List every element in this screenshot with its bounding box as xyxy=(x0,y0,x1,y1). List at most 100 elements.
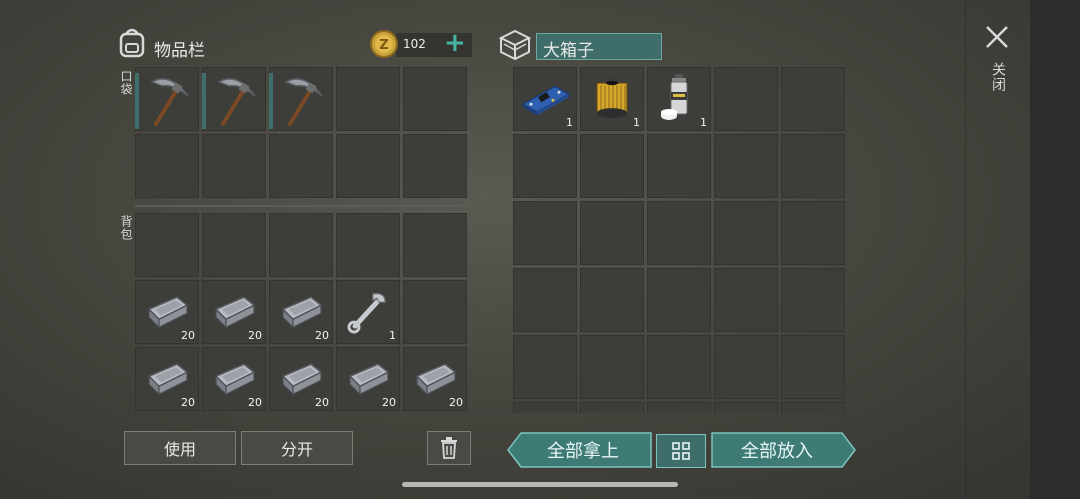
chest-slot[interactable] xyxy=(714,402,778,413)
chest-slot[interactable] xyxy=(714,268,778,332)
chest-slot[interactable] xyxy=(714,201,778,265)
chest-icon xyxy=(497,28,533,64)
delete-button[interactable] xyxy=(427,431,471,465)
split-button[interactable]: 分开 xyxy=(241,431,353,465)
pocket-slot[interactable] xyxy=(135,134,199,198)
chest-slot[interactable] xyxy=(647,402,711,413)
close-button[interactable] xyxy=(984,24,1010,54)
pocket-label: 口袋 xyxy=(119,70,133,96)
close-label[interactable]: 关闭 xyxy=(988,62,1008,92)
backpack-slot[interactable] xyxy=(403,213,467,277)
use-button[interactable]: 使用 xyxy=(124,431,236,465)
chest-slot[interactable] xyxy=(513,134,577,198)
grid-icon xyxy=(672,442,690,460)
item-quantity: 1 xyxy=(389,329,396,342)
pocket-slot[interactable] xyxy=(269,67,333,131)
chest-slot[interactable] xyxy=(513,402,577,413)
backpack-icon xyxy=(118,26,146,62)
take-all-label: 全部拿上 xyxy=(547,441,619,462)
item-quantity: 20 xyxy=(382,396,396,409)
pocket-grid xyxy=(135,67,467,198)
item-quantity: 20 xyxy=(181,396,195,409)
durability-bar xyxy=(135,73,139,129)
backpack-label: 背包 xyxy=(119,215,133,241)
item-quantity: 20 xyxy=(248,396,262,409)
backpack-slot[interactable]: 20 xyxy=(269,280,333,344)
chest-slot[interactable]: 1 xyxy=(580,67,644,131)
put-all-button[interactable]: 全部放入 xyxy=(711,432,856,472)
chest-grid: 1 1 1 xyxy=(513,67,845,413)
right-shade-panel xyxy=(1030,0,1080,499)
sort-button[interactable] xyxy=(656,434,706,468)
chest-slot[interactable] xyxy=(580,402,644,413)
pocket-slot[interactable] xyxy=(202,134,266,198)
inventory-title: 物品栏 xyxy=(154,41,205,61)
backpack-slot[interactable]: 1 xyxy=(336,280,400,344)
chest-slot[interactable] xyxy=(714,67,778,131)
chest-slot[interactable] xyxy=(580,134,644,198)
chest-slot[interactable]: 1 xyxy=(513,67,577,131)
chest-title: 大箱子 xyxy=(543,41,594,61)
backpack-slot[interactable]: 20 xyxy=(269,347,333,411)
item-quantity: 20 xyxy=(315,396,329,409)
home-indicator xyxy=(402,482,678,487)
chest-slot[interactable] xyxy=(781,67,845,131)
backpack-slot[interactable] xyxy=(135,213,199,277)
chest-slot[interactable] xyxy=(580,201,644,265)
divider xyxy=(965,0,966,499)
backpack-slot[interactable] xyxy=(269,213,333,277)
take-all-button[interactable]: 全部拿上 xyxy=(507,432,652,472)
pocket-slot[interactable] xyxy=(403,134,467,198)
chest-slot[interactable] xyxy=(781,402,845,413)
backpack-slot[interactable]: 20 xyxy=(403,347,467,411)
chest-slot[interactable] xyxy=(580,268,644,332)
section-divider xyxy=(135,205,470,207)
chest-slot[interactable] xyxy=(513,268,577,332)
chest-slot[interactable] xyxy=(781,201,845,265)
durability-bar xyxy=(269,73,273,129)
item-quantity: 20 xyxy=(315,329,329,342)
chest-slot[interactable] xyxy=(513,335,577,399)
item-quantity: 20 xyxy=(449,396,463,409)
chest-slot[interactable] xyxy=(647,134,711,198)
put-all-label: 全部放入 xyxy=(741,441,813,462)
item-quantity: 20 xyxy=(181,329,195,342)
close-icon xyxy=(986,26,1008,48)
coin-count: 102 xyxy=(403,37,426,51)
backpack-slot[interactable]: 20 xyxy=(202,347,266,411)
item-quantity: 20 xyxy=(248,329,262,342)
pocket-slot[interactable] xyxy=(135,67,199,131)
pocket-slot[interactable] xyxy=(269,134,333,198)
chest-slot[interactable] xyxy=(513,201,577,265)
backpack-slot[interactable] xyxy=(403,280,467,344)
chest-slot[interactable] xyxy=(580,335,644,399)
pocket-slot[interactable] xyxy=(202,67,266,131)
chest-slot[interactable] xyxy=(781,134,845,198)
chest-slot[interactable] xyxy=(647,201,711,265)
backpack-slot[interactable]: 20 xyxy=(135,280,199,344)
chest-slot[interactable] xyxy=(647,335,711,399)
chest-slot[interactable] xyxy=(647,268,711,332)
item-quantity: 1 xyxy=(633,116,640,129)
chest-slot[interactable] xyxy=(781,268,845,332)
coin-icon: Z xyxy=(369,29,399,63)
backpack-slot[interactable] xyxy=(336,213,400,277)
backpack-slot[interactable]: 20 xyxy=(202,280,266,344)
item-quantity: 1 xyxy=(566,116,573,129)
backpack-grid: 20 20 20 1 20 20 20 20 20 xyxy=(135,213,467,411)
backpack-slot[interactable]: 20 xyxy=(135,347,199,411)
trash-icon xyxy=(441,437,457,459)
backpack-slot[interactable]: 20 xyxy=(336,347,400,411)
chest-slot[interactable] xyxy=(714,335,778,399)
chest-slot[interactable] xyxy=(781,335,845,399)
add-coins-button[interactable]: + xyxy=(444,28,466,58)
chest-slot[interactable] xyxy=(714,134,778,198)
backpack-slot[interactable] xyxy=(202,213,266,277)
pocket-slot[interactable] xyxy=(336,134,400,198)
pocket-slot[interactable] xyxy=(403,67,467,131)
chest-slot[interactable]: 1 xyxy=(647,67,711,131)
item-quantity: 1 xyxy=(700,116,707,129)
pocket-slot[interactable] xyxy=(336,67,400,131)
svg-text:Z: Z xyxy=(379,38,388,53)
durability-bar xyxy=(202,73,206,129)
